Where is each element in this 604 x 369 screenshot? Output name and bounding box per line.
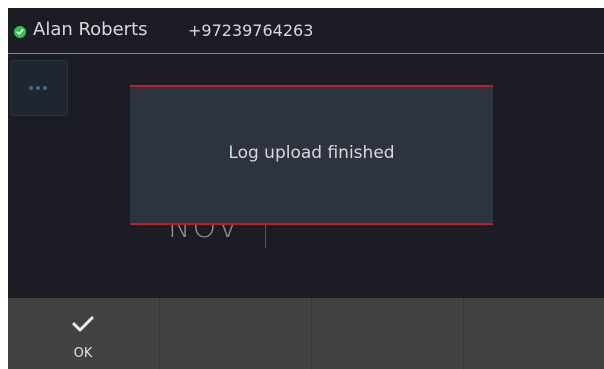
ok-softkey-label: OK [73,346,93,361]
user-name: Alan Roberts [33,19,148,40]
notification-toast: Log upload finished [130,85,493,225]
more-options-button[interactable] [10,60,68,116]
checkmark-icon [72,316,94,332]
status-bar: Alan Roberts +97239764263 [8,8,604,54]
softkey-2[interactable] [159,298,310,369]
user-number: +97239764263 [188,21,314,40]
ok-softkey[interactable]: OK [8,298,158,369]
phone-screen: Alan Roberts +97239764263 NOV Log upload… [8,8,604,369]
toast-message: Log upload finished [228,143,395,163]
check-circle-icon [14,26,26,38]
softkey-4[interactable] [463,298,604,369]
softkey-3[interactable] [311,298,462,369]
softkey-bar: OK [8,298,604,369]
